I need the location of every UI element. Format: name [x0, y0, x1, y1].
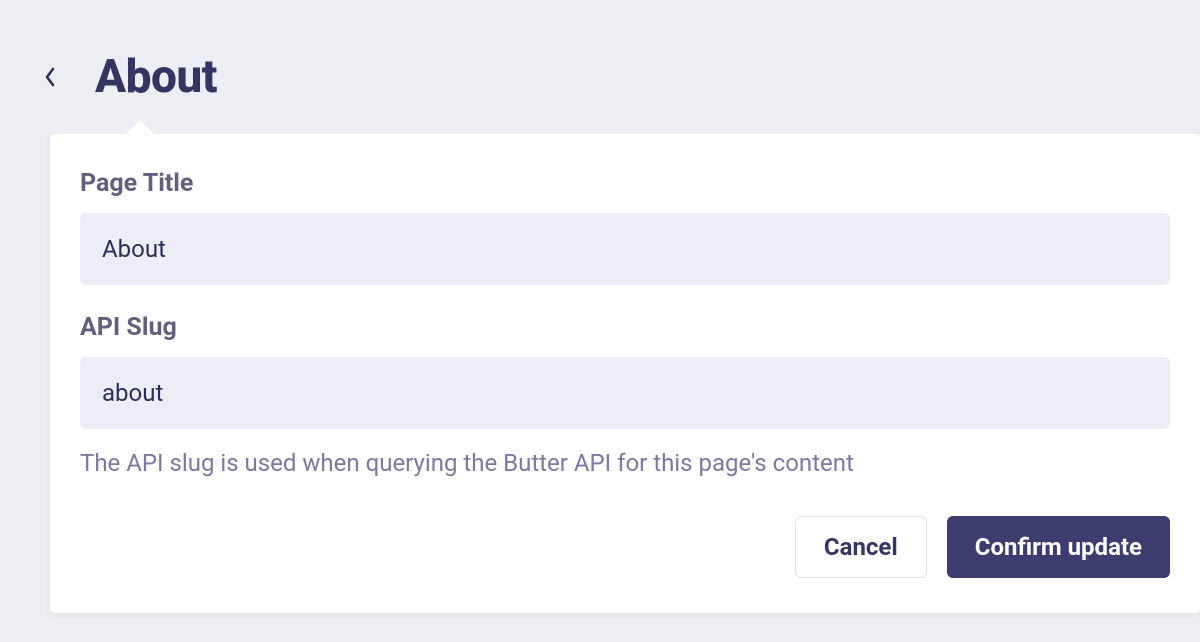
back-button[interactable] [30, 57, 70, 97]
edit-card: Page Title API Slug The API slug is used… [50, 134, 1200, 613]
api-slug-field-group: API Slug The API slug is used when query… [80, 313, 1170, 481]
api-slug-help-text: The API slug is used when querying the B… [80, 447, 1170, 481]
api-slug-input[interactable] [80, 357, 1170, 429]
cancel-button[interactable]: Cancel [795, 516, 927, 578]
page-title-label: Page Title [80, 169, 1170, 198]
page-title-field-group: Page Title [80, 169, 1170, 285]
chevron-left-icon [42, 65, 58, 89]
api-slug-label: API Slug [80, 313, 1170, 342]
page-header: About [0, 0, 1200, 134]
page-title: About [95, 50, 217, 104]
page-title-input[interactable] [80, 213, 1170, 285]
content-area: Page Title API Slug The API slug is used… [0, 134, 1200, 613]
action-buttons: Cancel Confirm update [80, 516, 1170, 578]
confirm-update-button[interactable]: Confirm update [947, 516, 1170, 578]
